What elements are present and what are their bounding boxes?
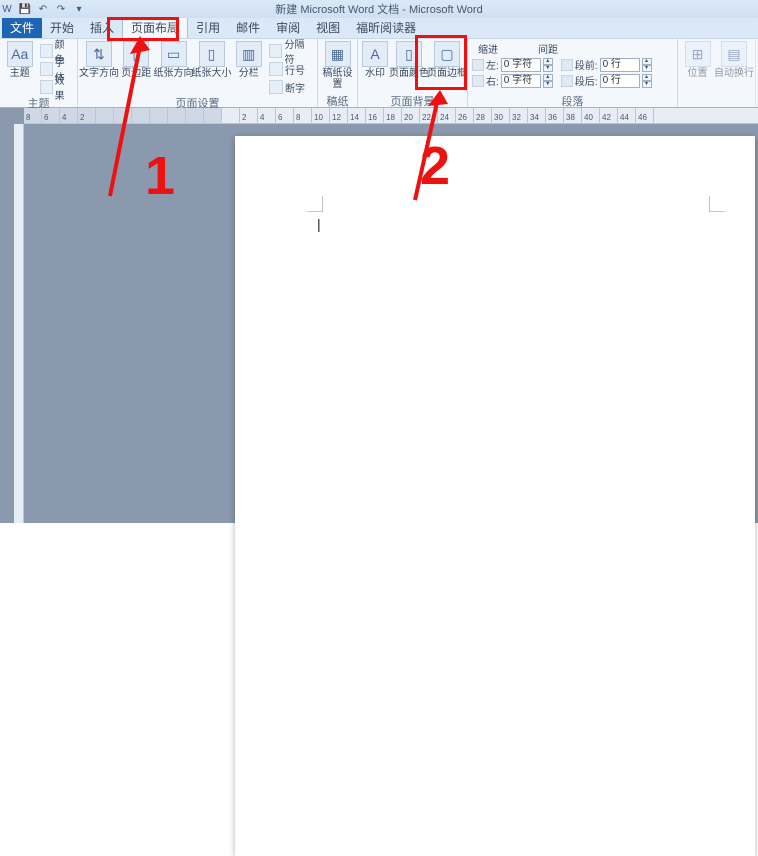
- btn-themes[interactable]: Aa 主题: [4, 41, 36, 79]
- size-icon: ▯: [199, 41, 225, 67]
- btn-columns[interactable]: ▥分栏: [233, 41, 266, 79]
- space-before-arrows[interactable]: ▴▾: [642, 58, 652, 72]
- group-arrange-label: [678, 93, 755, 107]
- space-before-icon: [561, 59, 573, 71]
- hyphenation-label: 断字: [285, 80, 305, 95]
- word-app-icon: W: [0, 2, 14, 16]
- btn-manuscript[interactable]: ▦稿纸设置: [322, 41, 353, 90]
- effects-icon: [40, 80, 53, 94]
- space-after-spinner[interactable]: 段后: 0 行 ▴▾: [561, 73, 652, 88]
- manuscript-label: 稿纸设置: [322, 68, 353, 90]
- watermark-icon: A: [362, 41, 388, 67]
- breaks-icon: [269, 44, 282, 58]
- text-cursor: |: [317, 216, 321, 232]
- indent-left-value[interactable]: 0 字符: [501, 58, 541, 72]
- quick-access-toolbar: W 💾 ↶ ↷ ▾: [0, 0, 86, 18]
- btn-theme-effects[interactable]: 效果: [40, 79, 73, 95]
- btn-hyphenation[interactable]: 断字: [269, 79, 313, 95]
- document-page[interactable]: |: [235, 136, 755, 856]
- btn-themes-label: 主题: [10, 68, 30, 79]
- indent-right-label: 右:: [486, 73, 499, 88]
- title-bar: W 💾 ↶ ↷ ▾ 新建 Microsoft Word 文档 - Microso…: [0, 0, 758, 18]
- btn-breaks[interactable]: 分隔符: [269, 43, 313, 59]
- line-numbers-icon: [269, 62, 283, 76]
- group-themes-label: 主题: [0, 95, 77, 109]
- group-paragraph: 缩进 间距 左: 0 字符 ▴▾ 段前: 0 行 ▴▾: [468, 39, 678, 107]
- tab-mailings[interactable]: 邮件: [228, 17, 268, 38]
- group-arrange: ⊞位置 ▤自动换行: [678, 39, 756, 107]
- btn-size[interactable]: ▯纸张大小: [195, 41, 229, 79]
- indent-right-spinner[interactable]: 右: 0 字符 ▴▾: [472, 73, 553, 88]
- margin-marker-top-right: [709, 196, 725, 212]
- vertical-ruler[interactable]: [14, 124, 24, 523]
- btn-position: ⊞位置: [682, 41, 713, 79]
- position-label: 位置: [688, 68, 708, 79]
- space-after-label: 段后:: [575, 73, 598, 88]
- hyphenation-icon: [269, 80, 283, 94]
- space-before-label: 段前:: [575, 57, 598, 72]
- qat-save-icon[interactable]: 💾: [18, 2, 32, 16]
- group-manuscript: ▦稿纸设置 稿纸: [318, 39, 358, 107]
- indent-right-arrows[interactable]: ▴▾: [543, 74, 553, 88]
- space-after-value[interactable]: 0 行: [600, 74, 640, 88]
- space-after-icon: [561, 75, 573, 87]
- columns-label: 分栏: [239, 68, 259, 79]
- indent-heading: 缩进: [478, 41, 498, 56]
- tab-view[interactable]: 视图: [308, 17, 348, 38]
- orientation-icon: ▭: [161, 41, 187, 67]
- annotation-highlight-page-border: [415, 35, 467, 90]
- btn-orientation[interactable]: ▭纸张方向: [157, 41, 191, 79]
- space-before-value[interactable]: 0 行: [600, 58, 640, 72]
- tab-home[interactable]: 开始: [42, 17, 82, 38]
- group-manuscript-label: 稿纸: [318, 93, 357, 107]
- colors-icon: [40, 44, 53, 58]
- annotation-arrow-1: [100, 36, 160, 206]
- group-paragraph-label: 段落: [468, 93, 677, 107]
- tab-file[interactable]: 文件: [2, 17, 42, 38]
- window-title: 新建 Microsoft Word 文档 - Microsoft Word: [275, 1, 482, 17]
- tab-foxit-reader[interactable]: 福昕阅读器: [348, 17, 424, 38]
- watermark-label: 水印: [365, 68, 385, 79]
- themes-icon: Aa: [7, 41, 33, 67]
- tab-review[interactable]: 审阅: [268, 17, 308, 38]
- tab-references[interactable]: 引用: [188, 17, 228, 38]
- indent-left-spinner[interactable]: 左: 0 字符 ▴▾: [472, 57, 553, 72]
- spacing-heading: 间距: [538, 41, 558, 56]
- btn-watermark[interactable]: A水印: [362, 41, 388, 79]
- fonts-icon: [40, 62, 53, 76]
- indent-right-icon: [472, 75, 484, 87]
- margin-marker-top-left: [307, 196, 323, 212]
- manuscript-icon: ▦: [325, 41, 351, 67]
- indent-left-arrows[interactable]: ▴▾: [543, 58, 553, 72]
- qat-customize-icon[interactable]: ▾: [72, 2, 86, 16]
- line-numbers-label: 行号: [285, 62, 305, 77]
- btn-wrap-text: ▤自动换行: [717, 41, 751, 79]
- position-icon: ⊞: [685, 41, 711, 67]
- columns-icon: ▥: [236, 41, 262, 67]
- wrap-label: 自动换行: [714, 68, 754, 79]
- qat-undo-icon[interactable]: ↶: [36, 2, 50, 16]
- indent-left-icon: [472, 59, 484, 71]
- annotation-arrow-2: [410, 90, 470, 210]
- indent-left-label: 左:: [486, 57, 499, 72]
- space-after-arrows[interactable]: ▴▾: [642, 74, 652, 88]
- qat-redo-icon[interactable]: ↷: [54, 2, 68, 16]
- space-before-spinner[interactable]: 段前: 0 行 ▴▾: [561, 57, 652, 72]
- wrap-icon: ▤: [721, 41, 747, 67]
- size-label: 纸张大小: [192, 68, 232, 79]
- group-themes: Aa 主题 颜色 字体 效果 主题: [0, 39, 78, 107]
- indent-right-value[interactable]: 0 字符: [501, 74, 541, 88]
- btn-line-numbers[interactable]: 行号: [269, 61, 313, 77]
